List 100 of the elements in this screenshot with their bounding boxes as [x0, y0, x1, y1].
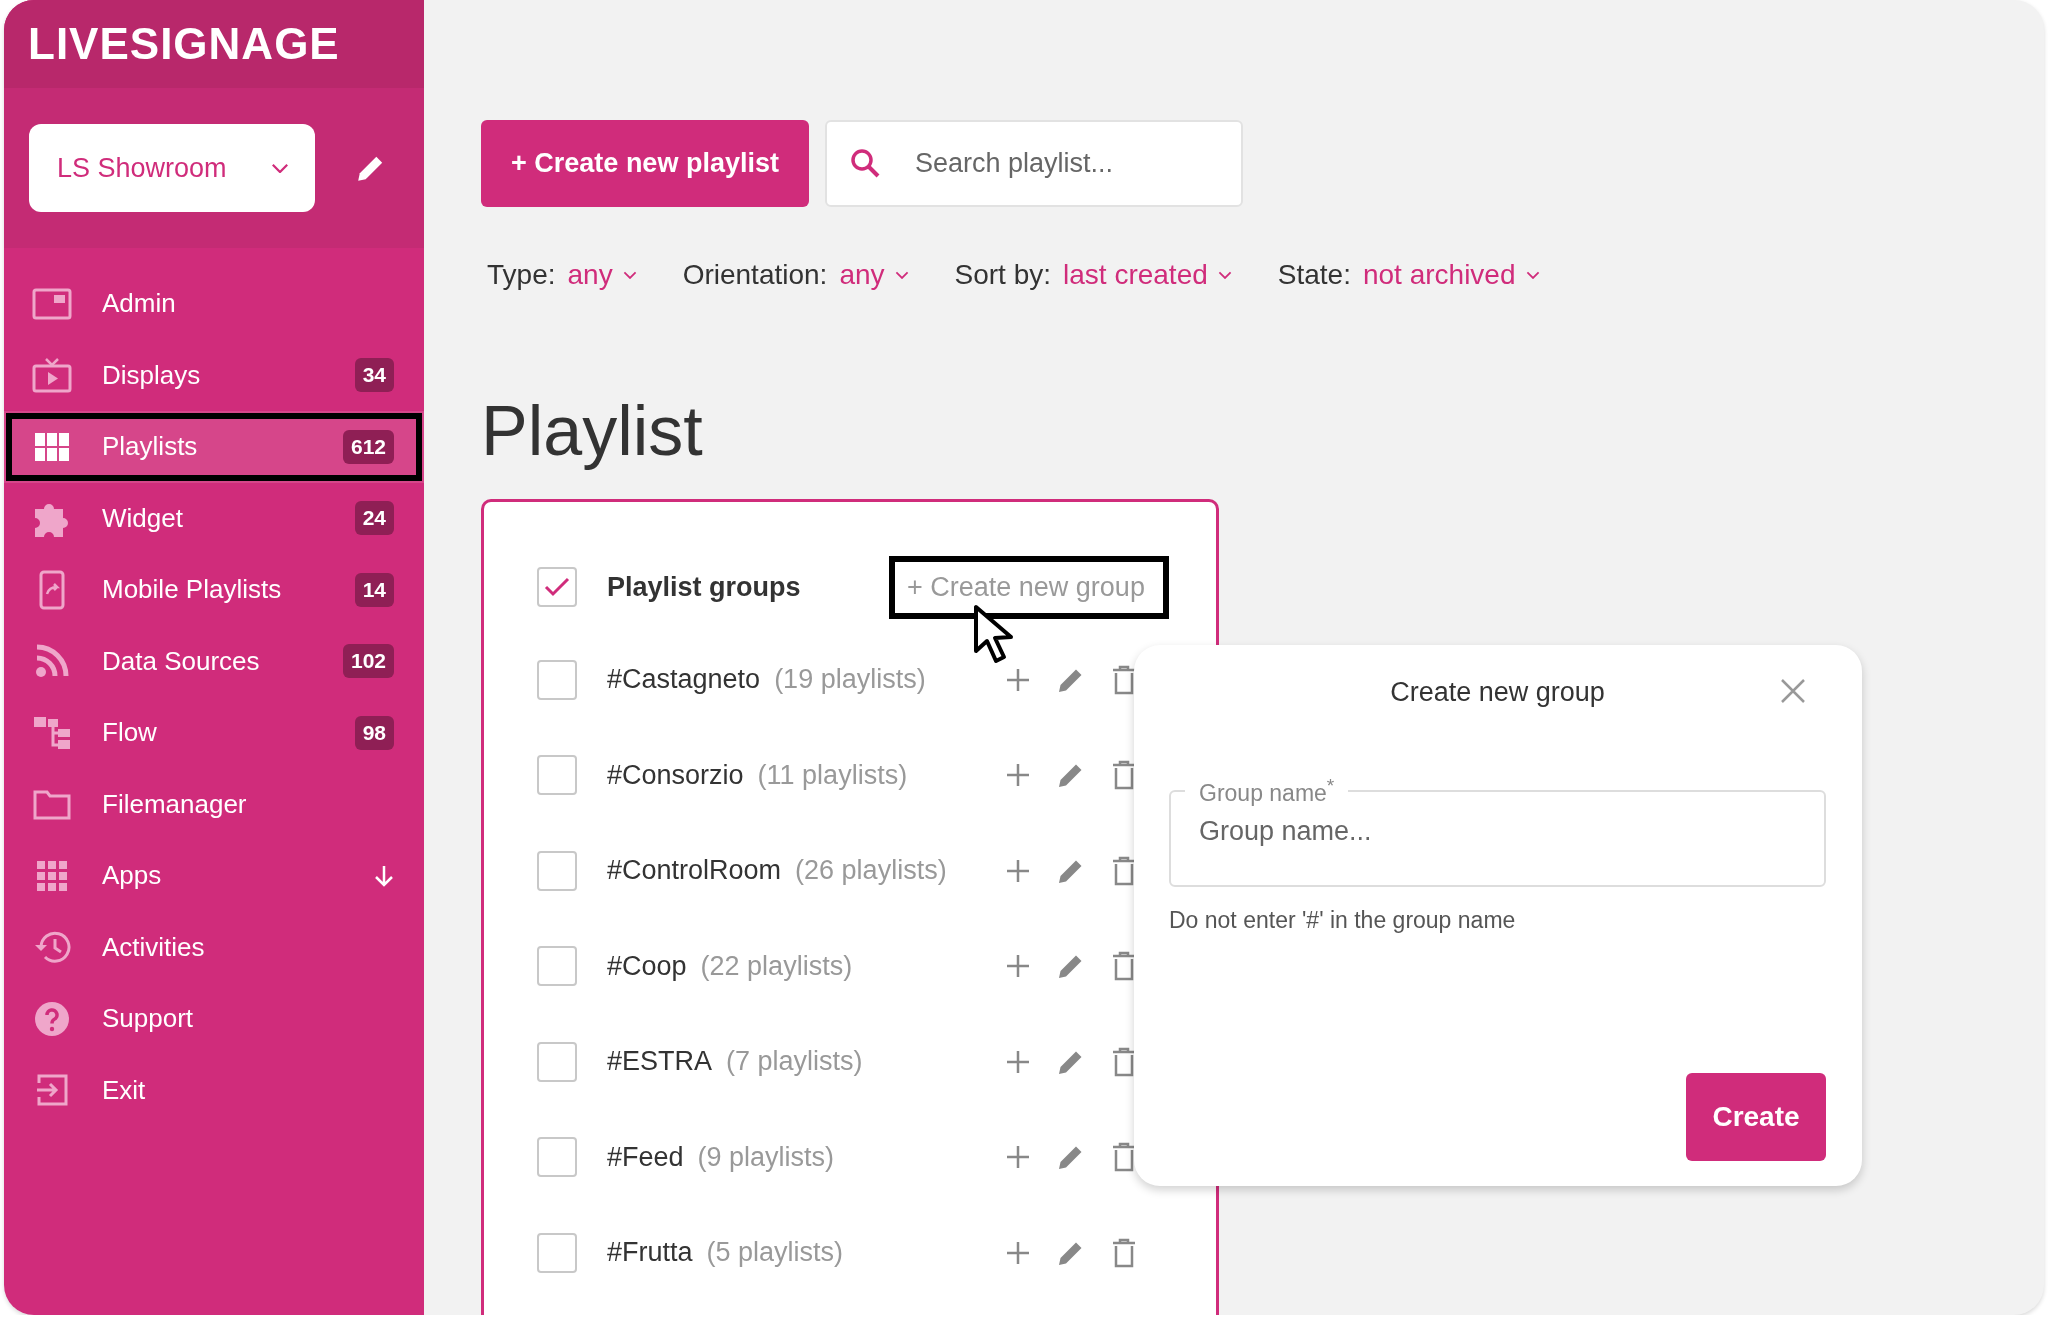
group-name: #Consorzio [607, 759, 744, 791]
nav-item[interactable]: Mobile Playlists 14 [4, 554, 424, 626]
chevron-down-icon [1525, 270, 1540, 280]
create-group-link[interactable]: + Create new group [889, 555, 1169, 619]
workspace-select[interactable]: LS Showroom [29, 124, 315, 212]
exit-icon [35, 1073, 69, 1108]
nav-item[interactable]: Support [4, 983, 424, 1055]
group-name: #ControlRoom [607, 855, 782, 887]
trash-icon[interactable] [1112, 1142, 1136, 1173]
count-badge: 98 [354, 715, 394, 750]
count-badge: 102 [342, 644, 394, 679]
group-name-input[interactable]: Group name... [1197, 814, 1793, 848]
filter-dropdown[interactable]: last created [1063, 259, 1232, 291]
search-icon [849, 147, 881, 179]
trash-icon[interactable] [1112, 664, 1136, 695]
nav-label: Admin [102, 288, 177, 320]
filter-label: Type: [487, 259, 556, 291]
checkbox[interactable] [537, 1137, 577, 1178]
count-badge: 612 [342, 429, 394, 464]
nav-item[interactable]: Exit [4, 1054, 424, 1126]
page-title: Playlist [481, 391, 704, 471]
help-icon [34, 1000, 70, 1037]
nav-item[interactable]: Displays 34 [4, 339, 424, 411]
checkbox[interactable] [537, 567, 577, 607]
plus-icon[interactable] [1006, 1049, 1030, 1074]
group-name: #ESTRA [607, 1046, 713, 1078]
nav-label: Activities [102, 931, 206, 963]
checkbox[interactable] [537, 659, 577, 700]
count-badge: 24 [354, 501, 394, 536]
window-icon [32, 287, 72, 320]
groups-label: Playlist groups [607, 571, 802, 603]
nav-item[interactable]: Activities [4, 911, 424, 983]
nav-label: Playlists [102, 431, 199, 463]
nav-item[interactable]: Flow 98 [4, 697, 424, 769]
checkbox[interactable] [537, 1232, 577, 1273]
filter-label: Sort by: [954, 259, 1052, 291]
chevron-down-icon [622, 270, 637, 280]
logo: LIVESIGNAGE [28, 19, 340, 69]
plus-icon[interactable] [1006, 1240, 1030, 1265]
create-button[interactable]: Create [1686, 1073, 1826, 1161]
nav-item[interactable]: Apps [4, 840, 424, 912]
trash-icon[interactable] [1112, 951, 1136, 982]
filter-dropdown[interactable]: any [839, 259, 909, 291]
phone-icon [39, 569, 65, 610]
playlist-count: (22 playlists) [700, 950, 853, 982]
trash-icon[interactable] [1112, 1237, 1136, 1268]
plus-icon[interactable] [1006, 763, 1030, 788]
field-label: Group name$^{*}$ [1198, 775, 1336, 807]
checkbox[interactable] [537, 755, 577, 796]
playlist-count: (11 playlists) [757, 759, 908, 791]
nav-item[interactable]: Widget 24 [4, 482, 424, 554]
chevron-down-icon [1217, 270, 1232, 280]
playlist-count: (5 playlists) [706, 1237, 844, 1269]
chevron-down-icon [894, 270, 909, 280]
tv-icon [32, 357, 72, 394]
trash-icon[interactable] [1112, 1046, 1136, 1077]
playlist-count: (26 playlists) [795, 855, 947, 887]
plus-icon[interactable] [1006, 1145, 1030, 1170]
nav-label: Displays [102, 359, 202, 391]
apps-grid-icon [37, 860, 67, 891]
playlist-count: (7 playlists) [726, 1046, 863, 1078]
create-playlist-button[interactable]: + Create new playlist [481, 120, 809, 207]
nav-label: Flow [102, 717, 158, 749]
nav-label: Apps [102, 860, 163, 892]
filter-dropdown[interactable]: any [567, 259, 637, 291]
dialog-title: Create new group [1390, 676, 1605, 708]
playlist-count: (19 playlists) [774, 664, 926, 696]
check-icon [544, 577, 570, 597]
plus-icon[interactable] [1006, 667, 1030, 692]
nav-item[interactable]: Admin [4, 268, 424, 340]
checkbox[interactable] [537, 946, 577, 987]
nav-item[interactable]: Data Sources 102 [4, 625, 424, 697]
plus-icon[interactable] [1006, 954, 1030, 979]
filter-dropdown[interactable]: not archived [1362, 259, 1540, 291]
folder-icon [33, 788, 71, 821]
count-badge: 34 [354, 358, 394, 393]
trash-icon[interactable] [1112, 855, 1136, 886]
checkbox[interactable] [537, 850, 577, 891]
nav-label: Widget [102, 502, 184, 534]
playlist-count: (9 playlists) [697, 1141, 835, 1173]
grid-icon [35, 432, 69, 461]
plus-icon[interactable] [1006, 858, 1030, 883]
checkbox[interactable] [537, 1041, 577, 1082]
rss-icon [34, 643, 70, 680]
trash-icon[interactable] [1112, 760, 1136, 791]
count-badge: 14 [354, 572, 394, 607]
group-name: #Castagneto [607, 664, 761, 696]
nav-label: Mobile Playlists [102, 574, 283, 606]
nav-label: Data Sources [102, 645, 261, 677]
hint-text: Do not enter '#' in the group name [1169, 907, 1517, 934]
filter-label: Orientation: [682, 259, 828, 291]
nav-label: Support [102, 1003, 195, 1035]
hierarchy-icon [34, 716, 70, 749]
nav-item[interactable]: Playlists 612 [4, 411, 424, 483]
filter-label: State: [1277, 259, 1351, 291]
nav-label: Filemanager [102, 788, 248, 820]
nav-item[interactable]: Filemanager [4, 768, 424, 840]
nav-label: Exit [102, 1074, 147, 1106]
search-field[interactable]: Search playlist... [825, 120, 1243, 207]
group-name: #Feed [607, 1141, 684, 1173]
